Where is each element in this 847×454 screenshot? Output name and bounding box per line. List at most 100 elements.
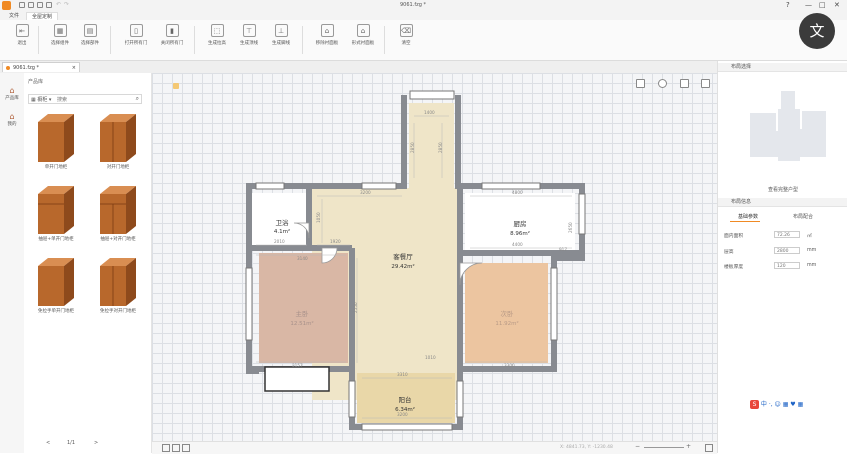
open-file-icon[interactable] <box>28 2 34 8</box>
dimension-label: 1400 <box>424 110 435 115</box>
open-door-icon: ▯ <box>129 24 143 37</box>
dimension-label: 1010 <box>425 355 436 360</box>
translate-button[interactable]: 文 <box>799 13 835 49</box>
room-area-bathroom: 4.1m² <box>274 228 290 235</box>
exit-button[interactable]: ⇤ 退出 <box>4 24 40 56</box>
generate-skirting-button[interactable]: ⊥ 生成脚线 <box>263 24 299 56</box>
form-panel-button[interactable]: ⌂ 形式衬面板 <box>345 24 381 56</box>
product-card[interactable]: 抽屉+对开门地柜 <box>92 180 144 250</box>
window[interactable] <box>409 90 455 100</box>
bay-window[interactable] <box>264 366 330 392</box>
active-tab-indicator <box>730 221 760 222</box>
component-icon: ▦ <box>53 24 67 37</box>
close-all-doors-button[interactable]: ▮ 关闭所有门 <box>154 24 190 56</box>
master-bedroom-floor[interactable] <box>259 253 348 363</box>
snap-toggle-icon[interactable] <box>172 444 180 452</box>
search-icon[interactable]: ⌕ <box>136 95 139 103</box>
prop-height-field[interactable]: 2800 <box>774 247 800 254</box>
fit-view-icon[interactable] <box>705 444 713 452</box>
document-tab-label: 9061.fzg * <box>13 65 39 71</box>
rail-item-mine[interactable]: ⌂ 我的 <box>2 113 22 128</box>
close-door-icon: ▮ <box>165 24 179 37</box>
redo-icon[interactable]: ↷ <box>64 1 69 8</box>
product-card[interactable]: 单开门地柜 <box>30 108 82 178</box>
page-next-button[interactable]: > <box>94 440 98 446</box>
window[interactable] <box>361 423 453 431</box>
dimension-label: 917 <box>559 247 567 252</box>
close-tab-icon[interactable]: × <box>72 63 76 73</box>
canvas-status-bar: X: 4841.73, Y: -1230.48 − + <box>152 441 717 454</box>
window[interactable] <box>245 267 253 341</box>
floorplan: 1400 2850 4800 3200 2850 2550 4400 3140 … <box>245 90 586 431</box>
tab-file[interactable]: 文件 <box>4 12 24 19</box>
new-file-icon[interactable] <box>19 2 25 8</box>
product-card[interactable]: 免拉手单开门地柜 <box>30 252 82 322</box>
prop-slab-unit: mm <box>807 263 817 268</box>
generate-height-button[interactable]: ⬚ 生成拉高 <box>199 24 235 56</box>
design-canvas[interactable]: 1400 2850 4800 3200 2850 2550 4400 3140 … <box>152 73 717 441</box>
dimension-label: 3200 <box>360 190 371 195</box>
product-card[interactable]: 对开门地柜 <box>92 108 144 178</box>
zoom-in-button[interactable]: + <box>686 443 691 450</box>
page-prev-button[interactable]: < <box>46 440 50 446</box>
window[interactable] <box>255 182 285 190</box>
grid-toggle-icon[interactable] <box>162 444 170 452</box>
save-file-icon[interactable] <box>37 2 43 8</box>
help-icon[interactable]: ? <box>786 1 790 9</box>
window[interactable] <box>456 380 464 418</box>
generate-top-line-button[interactable]: ⊤ 生成顶线 <box>231 24 267 56</box>
room-name-balcony: 阳台 <box>399 395 412 404</box>
dimension-label: 1050 <box>316 212 321 223</box>
window[interactable] <box>481 182 541 190</box>
ribbon-separator <box>384 26 385 54</box>
maximize-icon[interactable]: □ <box>819 1 826 9</box>
room-area-balcony: 6.34m² <box>395 406 415 413</box>
cabinet-thumbnail <box>34 108 78 162</box>
prop-area-field[interactable]: 72.26 <box>774 231 800 238</box>
skirting-icon: ⊥ <box>274 24 288 37</box>
zoom-out-button[interactable]: − <box>635 443 640 450</box>
dimension-label: 2010 <box>274 239 285 244</box>
window[interactable] <box>578 193 586 235</box>
remove-panel-button[interactable]: ⌂ 移除衬面板 <box>309 24 345 56</box>
search-input[interactable] <box>57 96 137 103</box>
exit-icon: ⇤ <box>15 24 29 37</box>
room-area-second: 11.92m² <box>495 320 518 327</box>
left-rail: ⌂ 产品库 ⌂ 我的 <box>0 73 25 453</box>
clear-button[interactable]: ⌫ 清空 <box>388 24 424 56</box>
layout-thumbnail[interactable] <box>748 91 828 163</box>
rail-item-library[interactable]: ⌂ 产品库 <box>2 86 22 102</box>
save-as-icon[interactable] <box>46 2 52 8</box>
tab-layout-match[interactable]: 布局配合 <box>793 213 813 220</box>
house-icon: ⌂ <box>9 86 15 95</box>
select-part-button[interactable]: ▤ 选择部件 <box>72 24 108 56</box>
window[interactable] <box>550 267 558 341</box>
window[interactable] <box>348 380 356 418</box>
tab-basic-params[interactable]: 基础参数 <box>738 213 758 220</box>
app-logo-icon[interactable] <box>2 1 11 10</box>
prop-slab-field[interactable]: 120 <box>774 262 800 269</box>
zoom-slider[interactable] <box>644 447 684 448</box>
dimension-label: 2850 <box>410 142 415 153</box>
layer-toggle-icon[interactable] <box>182 444 190 452</box>
undo-icon[interactable]: ↶ <box>56 1 61 8</box>
product-card[interactable]: 抽屉+单开门地柜 <box>30 180 82 250</box>
category-dropdown[interactable]: ▦ 橱柜 ▾ <box>31 96 51 103</box>
window[interactable] <box>361 182 397 190</box>
product-card[interactable]: 免拉手对开门地柜 <box>92 252 144 322</box>
view-full-layout-button[interactable]: 查看完整户型 <box>768 186 798 193</box>
product-label: 免拉手对开门地柜 <box>100 309 136 314</box>
cabinet-thumbnail <box>96 108 140 162</box>
brush-icon: ⌂ <box>356 24 370 37</box>
brush-icon: ⌂ <box>320 24 334 37</box>
ime-toolbar[interactable]: S 中 ·, ☺ ▦ ♥ ▦ <box>750 400 803 410</box>
cabinet-thumbnail <box>96 252 140 306</box>
ribbon-separator <box>110 26 111 54</box>
top-line-icon: ⊤ <box>242 24 256 37</box>
open-all-doors-button[interactable]: ▯ 打开所有门 <box>118 24 154 56</box>
close-window-icon[interactable]: ✕ <box>834 1 840 9</box>
document-tab[interactable]: 9061.fzg * × <box>2 62 80 72</box>
ribbon-separator <box>38 26 39 54</box>
minimize-icon[interactable]: — <box>805 1 812 9</box>
prop-height-unit: mm <box>807 248 817 253</box>
